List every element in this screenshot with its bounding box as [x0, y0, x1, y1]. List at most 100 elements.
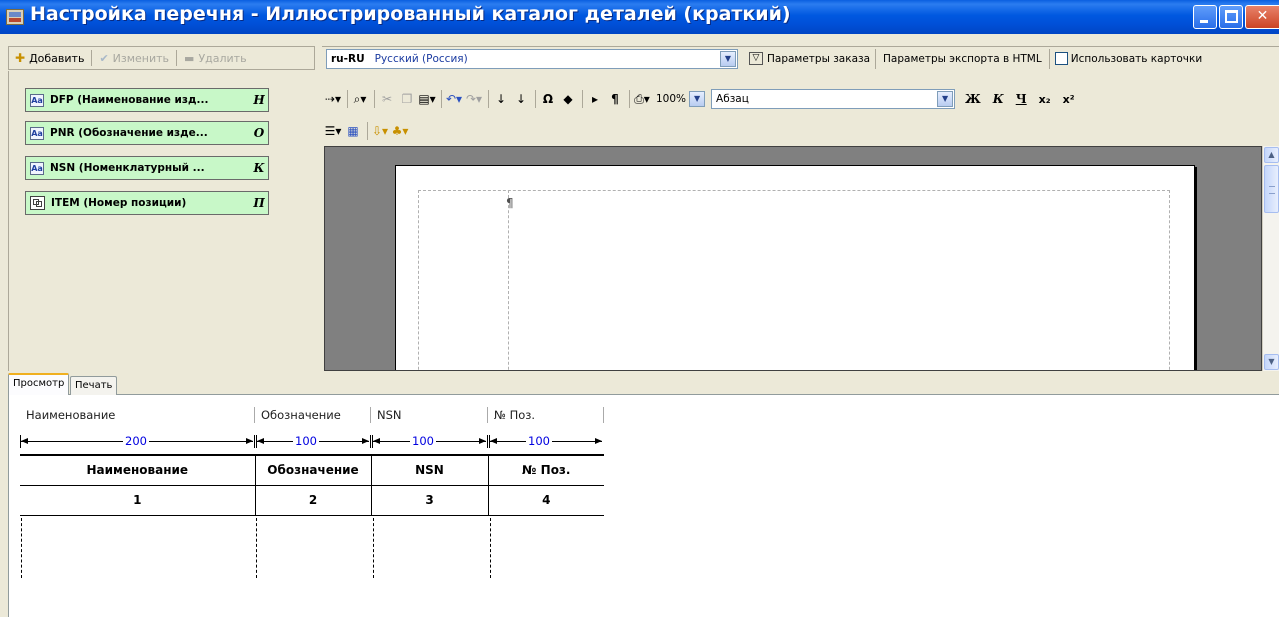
text-field-icon: Aa: [30, 161, 44, 175]
editor-options-bar: ru-RU Русский (Россия) ▼ ▽ Параметры зак…: [322, 46, 1279, 70]
underline-button[interactable]: Ч: [1016, 92, 1027, 106]
toolbar-separator: [374, 90, 375, 108]
chevron-down-icon[interactable]: ▼: [720, 50, 736, 67]
toolbar-separator: [629, 90, 630, 108]
close-button[interactable]: ✕: [1245, 5, 1279, 29]
scroll-thumb[interactable]: [1264, 165, 1279, 213]
plus-icon: ✚: [15, 51, 26, 65]
fields-panel: Aa DFP (Наименование изд... Н Aa PNR (Об…: [8, 71, 315, 371]
table-cell: 2: [254, 484, 372, 516]
item-number-icon: [30, 196, 45, 210]
title-bar[interactable]: Настройка перечня - Иллюстрированный кат…: [0, 0, 1279, 34]
use-cards-checkbox[interactable]: Использовать карточки: [1050, 49, 1207, 69]
sort-desc-icon[interactable]: ↓: [512, 89, 530, 109]
column-width-marker: 100: [255, 434, 371, 449]
column-width-marker: 200: [20, 434, 255, 449]
field-label: ITEM (Номер позиции): [51, 197, 187, 209]
table-icon[interactable]: ▦: [344, 121, 362, 141]
language-select[interactable]: ru-RU Русский (Россия) ▼: [326, 48, 738, 69]
table-cell: 1: [20, 484, 256, 516]
style-select[interactable]: Абзац ▼: [711, 89, 956, 109]
order-params-label: Параметры заказа: [767, 52, 871, 65]
undo-icon[interactable]: ↶▾: [445, 89, 463, 109]
toolbar-separator: [582, 90, 583, 108]
field-item-nsn[interactable]: Aa NSN (Номенклатурный ... К: [25, 156, 269, 180]
field-item-item[interactable]: ITEM (Номер позиции) П: [25, 191, 269, 215]
symbol-icon[interactable]: Ω: [539, 89, 557, 109]
insert-object-icon[interactable]: ♣▾: [391, 121, 409, 141]
subscript-button[interactable]: x₂: [1039, 93, 1051, 106]
zoom-value[interactable]: 100%: [653, 90, 687, 108]
margin-guide-vertical: [508, 190, 509, 370]
sort-asc-icon[interactable]: ↓: [492, 89, 510, 109]
edit-button[interactable]: ✔ Изменить: [93, 48, 175, 68]
table-row: Наименование Обозначение NSN № Поз.: [20, 454, 604, 486]
format-toolbar: ⇢▾ ⌕▾ ✂ ❐ ▤▾ ↶▾ ↷▾ ↓ ↓ Ω ◆ ▸ ¶ ⎙▾ 100% ▼…: [324, 87, 1279, 111]
style-value: Абзац: [716, 93, 749, 105]
cursor-icon[interactable]: ▸: [586, 89, 604, 109]
bold-button[interactable]: Ж: [965, 92, 981, 106]
filter-icon: ▽: [749, 52, 763, 65]
paste-icon[interactable]: ▤▾: [418, 89, 436, 109]
add-button[interactable]: ✚ Добавить: [9, 48, 90, 68]
vertical-scrollbar[interactable]: ▲ ▼: [1262, 146, 1279, 371]
grip-icon: [1269, 186, 1275, 194]
margin-guide: [418, 190, 1170, 370]
table-row: 1 2 3 4: [20, 484, 604, 516]
format-toolbar-2: ☰▾ ▦ ⇩▾ ♣▾: [324, 120, 484, 142]
add-label: Добавить: [29, 51, 85, 65]
fields-toolbar: ✚ Добавить ✔ Изменить ▬ Удалить: [8, 46, 315, 70]
find-icon[interactable]: ⌕▾: [351, 89, 369, 109]
delete-button[interactable]: ▬ Удалить: [178, 48, 253, 68]
maximize-button[interactable]: [1219, 5, 1243, 29]
scroll-up-button[interactable]: ▲: [1264, 147, 1279, 163]
insert-field-icon[interactable]: ⇩▾: [371, 121, 389, 141]
column-header: № Поз.: [488, 407, 604, 423]
document-page[interactable]: ¶: [395, 165, 1195, 370]
tab-preview[interactable]: Просмотр: [8, 373, 70, 395]
field-item-pnr[interactable]: Aa PNR (Обозначение изде... О: [25, 121, 269, 145]
table-header-cell: № Поз.: [487, 454, 604, 486]
cut-icon[interactable]: ✂: [378, 89, 396, 109]
text-field-icon: Aa: [30, 126, 44, 140]
dashed-divider: [490, 518, 491, 578]
minimize-button[interactable]: [1193, 5, 1217, 29]
document-editor[interactable]: ¶: [324, 146, 1262, 371]
close-icon: ✕: [1256, 8, 1269, 24]
order-params-button[interactable]: ▽ Параметры заказа: [744, 48, 877, 69]
language-name: Русский (Россия): [374, 52, 468, 65]
field-label: PNR (Обозначение изде...: [50, 127, 208, 139]
field-item-dfp[interactable]: Aa DFP (Наименование изд... Н: [25, 88, 269, 112]
redo-icon[interactable]: ↷▾: [465, 89, 483, 109]
italic-button[interactable]: К: [993, 92, 1004, 106]
list-icon[interactable]: ☰▾: [324, 121, 342, 141]
checkbox-box[interactable]: [1054, 52, 1068, 65]
toolbar-separator: [91, 50, 93, 66]
chevron-down-icon[interactable]: ▼: [689, 91, 706, 107]
language-code: ru-RU: [331, 52, 365, 65]
scroll-down-button[interactable]: ▼: [1264, 354, 1279, 370]
print-icon[interactable]: ⎙▾: [633, 89, 651, 109]
paragraph-mark: ¶: [506, 196, 514, 210]
chevron-down-icon[interactable]: ▼: [937, 91, 954, 107]
pilcrow-icon[interactable]: ¶: [606, 89, 624, 109]
bookmark-icon[interactable]: ◆: [559, 89, 577, 109]
edit-label: Изменить: [112, 51, 170, 65]
spellcheck-icon[interactable]: ⇢▾: [324, 89, 342, 109]
copy-icon[interactable]: ❐: [398, 89, 416, 109]
column-width-marker: 100: [488, 434, 604, 449]
column-width-value: 200: [123, 434, 149, 448]
table-cell: 3: [370, 484, 489, 516]
tab-print[interactable]: Печать: [70, 376, 118, 395]
column-width-value: 100: [526, 434, 552, 448]
column-header: Обозначение: [255, 407, 371, 423]
column-width-marker: 100: [371, 434, 488, 449]
delete-label: Удалить: [198, 51, 247, 65]
table-header-cell: Наименование: [20, 454, 256, 486]
superscript-button[interactable]: x²: [1063, 93, 1075, 106]
minimize-icon: [1200, 20, 1208, 23]
export-html-button[interactable]: Параметры экспорта в HTML: [876, 48, 1050, 69]
toolbar-separator: [176, 50, 178, 66]
column-header: NSN: [371, 407, 488, 423]
text-field-icon: Aa: [30, 93, 44, 107]
